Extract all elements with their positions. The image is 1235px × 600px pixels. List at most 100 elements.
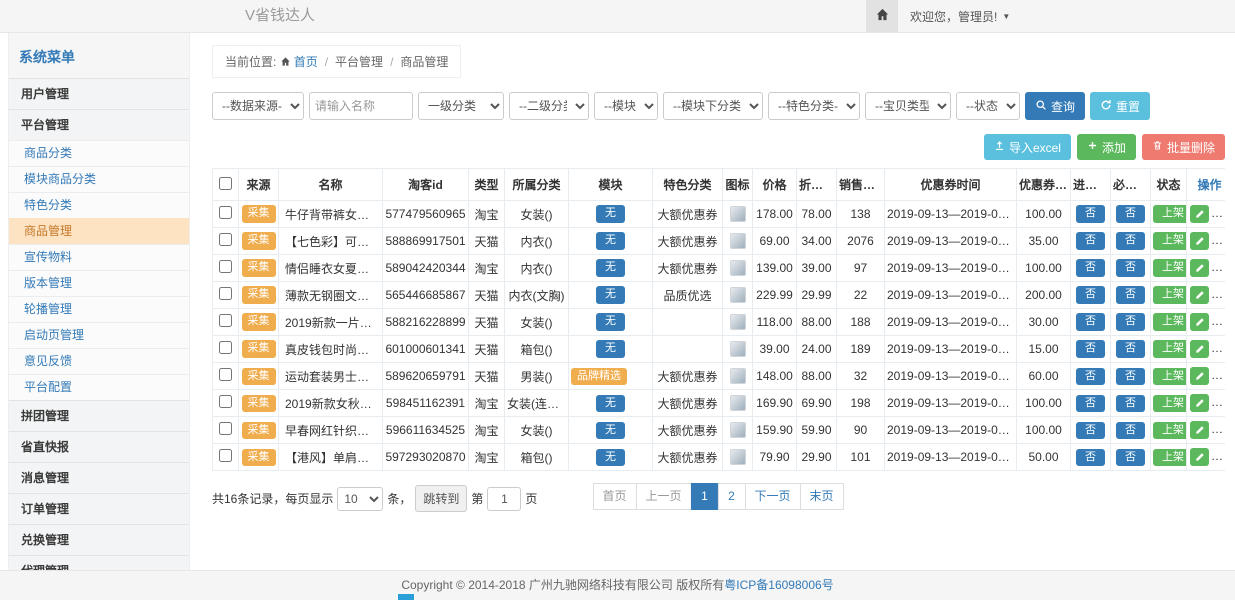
user-menu[interactable]: 欢迎您，管理员! ▼ — [910, 8, 1010, 25]
import-select-badge[interactable]: 否 — [1076, 422, 1105, 439]
filter-module-subcategory[interactable]: --模块下分类-- — [663, 92, 763, 120]
edit-button[interactable] — [1190, 340, 1209, 358]
must-buy-badge[interactable]: 否 — [1116, 286, 1145, 303]
sidebar-item-商品分类[interactable]: 商品分类 — [9, 140, 189, 166]
filter-module[interactable]: --模块-- — [594, 92, 658, 120]
must-buy-badge[interactable]: 否 — [1116, 395, 1145, 412]
status-badge[interactable]: 上架 — [1153, 205, 1187, 222]
import-select-badge[interactable]: 否 — [1076, 313, 1105, 330]
must-buy-badge[interactable]: 否 — [1116, 422, 1145, 439]
must-buy-badge[interactable]: 否 — [1116, 205, 1145, 222]
filter-status[interactable]: --状态-- — [956, 92, 1020, 120]
filter-level2-category[interactable]: --二级分类-- — [509, 92, 589, 120]
status-badge[interactable]: 上架 — [1153, 340, 1187, 357]
jump-button[interactable]: 跳转到 — [415, 485, 467, 512]
name-search-input[interactable] — [309, 92, 413, 120]
price: 178.00 — [753, 201, 797, 228]
row-checkbox[interactable] — [219, 260, 232, 273]
batch-delete-button[interactable]: 批量删除 — [1142, 134, 1225, 160]
sidebar-item-模块商品分类[interactable]: 模块商品分类 — [9, 166, 189, 192]
edit-button[interactable] — [1190, 367, 1209, 385]
sidebar-item-宣传物料[interactable]: 宣传物料 — [9, 244, 189, 270]
edit-button[interactable] — [1190, 232, 1209, 250]
import-select-badge[interactable]: 否 — [1076, 205, 1105, 222]
status-badge[interactable]: 上架 — [1153, 313, 1187, 330]
import-select-cell: 否 — [1071, 282, 1111, 309]
reset-button[interactable]: 重置 — [1090, 92, 1150, 120]
sidebar-item-特色分类[interactable]: 特色分类 — [9, 192, 189, 218]
sidebar-item-版本管理[interactable]: 版本管理 — [9, 270, 189, 296]
page-button-下一页[interactable]: 下一页 — [745, 483, 801, 510]
icp-link[interactable]: 粤ICP备16098006号 — [724, 578, 833, 592]
must-buy-badge[interactable]: 否 — [1116, 449, 1145, 466]
status-badge[interactable]: 上架 — [1153, 259, 1187, 276]
status-badge[interactable]: 上架 — [1153, 395, 1187, 412]
import-select-badge[interactable]: 否 — [1076, 395, 1105, 412]
home-button[interactable] — [866, 0, 898, 32]
edit-button[interactable] — [1190, 205, 1209, 223]
import-select-badge[interactable]: 否 — [1076, 340, 1105, 357]
page-button-1[interactable]: 1 — [691, 483, 719, 510]
sidebar-item-轮播管理[interactable]: 轮播管理 — [9, 296, 189, 322]
sidebar-item-启动页管理[interactable]: 启动页管理 — [9, 322, 189, 348]
must-buy-badge[interactable]: 否 — [1116, 340, 1145, 357]
must-buy-badge[interactable]: 否 — [1116, 368, 1145, 385]
sidebar-group-订单管理[interactable]: 订单管理 — [9, 493, 189, 524]
status-badge[interactable]: 上架 — [1153, 449, 1187, 466]
page-button-末页[interactable]: 末页 — [800, 483, 844, 510]
import-select-badge[interactable]: 否 — [1076, 368, 1105, 385]
import-select-badge[interactable]: 否 — [1076, 449, 1105, 466]
filter-controls: --数据来源-- 一级分类--二级分类----模块----模块下分类----特色分… — [212, 92, 1020, 120]
status-badge[interactable]: 上架 — [1153, 422, 1187, 439]
edit-button[interactable] — [1190, 286, 1209, 304]
status-badge[interactable]: 上架 — [1153, 368, 1187, 385]
page-number-input[interactable] — [487, 487, 521, 511]
sidebar-group-拼团管理[interactable]: 拼团管理 — [9, 400, 189, 431]
import-select-badge[interactable]: 否 — [1076, 259, 1105, 276]
edit-button[interactable] — [1190, 394, 1209, 412]
import-select-badge[interactable]: 否 — [1076, 286, 1105, 303]
discount-price: 39.00 — [797, 255, 837, 282]
row-checkbox[interactable] — [219, 287, 232, 300]
import-select-badge[interactable]: 否 — [1076, 232, 1105, 249]
sidebar-item-平台配置[interactable]: 平台配置 — [9, 374, 189, 400]
row-checkbox[interactable] — [219, 368, 232, 381]
row-checkbox[interactable] — [219, 206, 232, 219]
search-button[interactable]: 查询 — [1025, 92, 1085, 120]
add-button[interactable]: 添加 — [1077, 134, 1136, 160]
edit-button[interactable] — [1190, 259, 1209, 277]
sidebar-group-兑换管理[interactable]: 兑换管理 — [9, 524, 189, 555]
row-checkbox[interactable] — [219, 233, 232, 246]
must-buy-badge[interactable]: 否 — [1116, 313, 1145, 330]
must-buy-badge[interactable]: 否 — [1116, 259, 1145, 276]
page-button-2[interactable]: 2 — [718, 483, 746, 510]
filter-level1-category[interactable]: 一级分类 — [418, 92, 504, 120]
filter-data-source[interactable]: --数据来源-- — [212, 92, 304, 120]
status-badge[interactable]: 上架 — [1153, 232, 1187, 249]
status-badge[interactable]: 上架 — [1153, 286, 1187, 303]
discount-price: 88.00 — [797, 309, 837, 336]
breadcrumb-home-link[interactable]: 首页 — [280, 53, 318, 70]
per-page-select[interactable]: 10 — [337, 487, 383, 511]
row-checkbox[interactable] — [219, 341, 232, 354]
sidebar-group-平台管理[interactable]: 平台管理 — [9, 109, 189, 140]
filter-item-type[interactable]: --宝贝类型-- — [865, 92, 951, 120]
row-checkbox-cell — [213, 444, 239, 471]
edit-button[interactable] — [1190, 421, 1209, 439]
row-checkbox[interactable] — [219, 395, 232, 408]
must-buy-badge[interactable]: 否 — [1116, 232, 1145, 249]
edit-button[interactable] — [1190, 448, 1209, 466]
select-all-checkbox[interactable] — [219, 177, 232, 190]
sidebar-group-省直快报[interactable]: 省直快报 — [9, 431, 189, 462]
row-checkbox[interactable] — [219, 422, 232, 435]
filter-feature-category[interactable]: --特色分类-- — [768, 92, 860, 120]
sidebar-group-用户管理[interactable]: 用户管理 — [9, 78, 189, 109]
module-cell: 无 — [569, 228, 653, 255]
edit-button[interactable] — [1190, 313, 1209, 331]
sidebar-item-意见反馈[interactable]: 意见反馈 — [9, 348, 189, 374]
import-excel-button[interactable]: 导入excel — [984, 134, 1071, 160]
row-checkbox[interactable] — [219, 314, 232, 327]
sidebar-item-商品管理[interactable]: 商品管理 — [9, 218, 189, 244]
sidebar-group-消息管理[interactable]: 消息管理 — [9, 462, 189, 493]
row-checkbox[interactable] — [219, 449, 232, 462]
